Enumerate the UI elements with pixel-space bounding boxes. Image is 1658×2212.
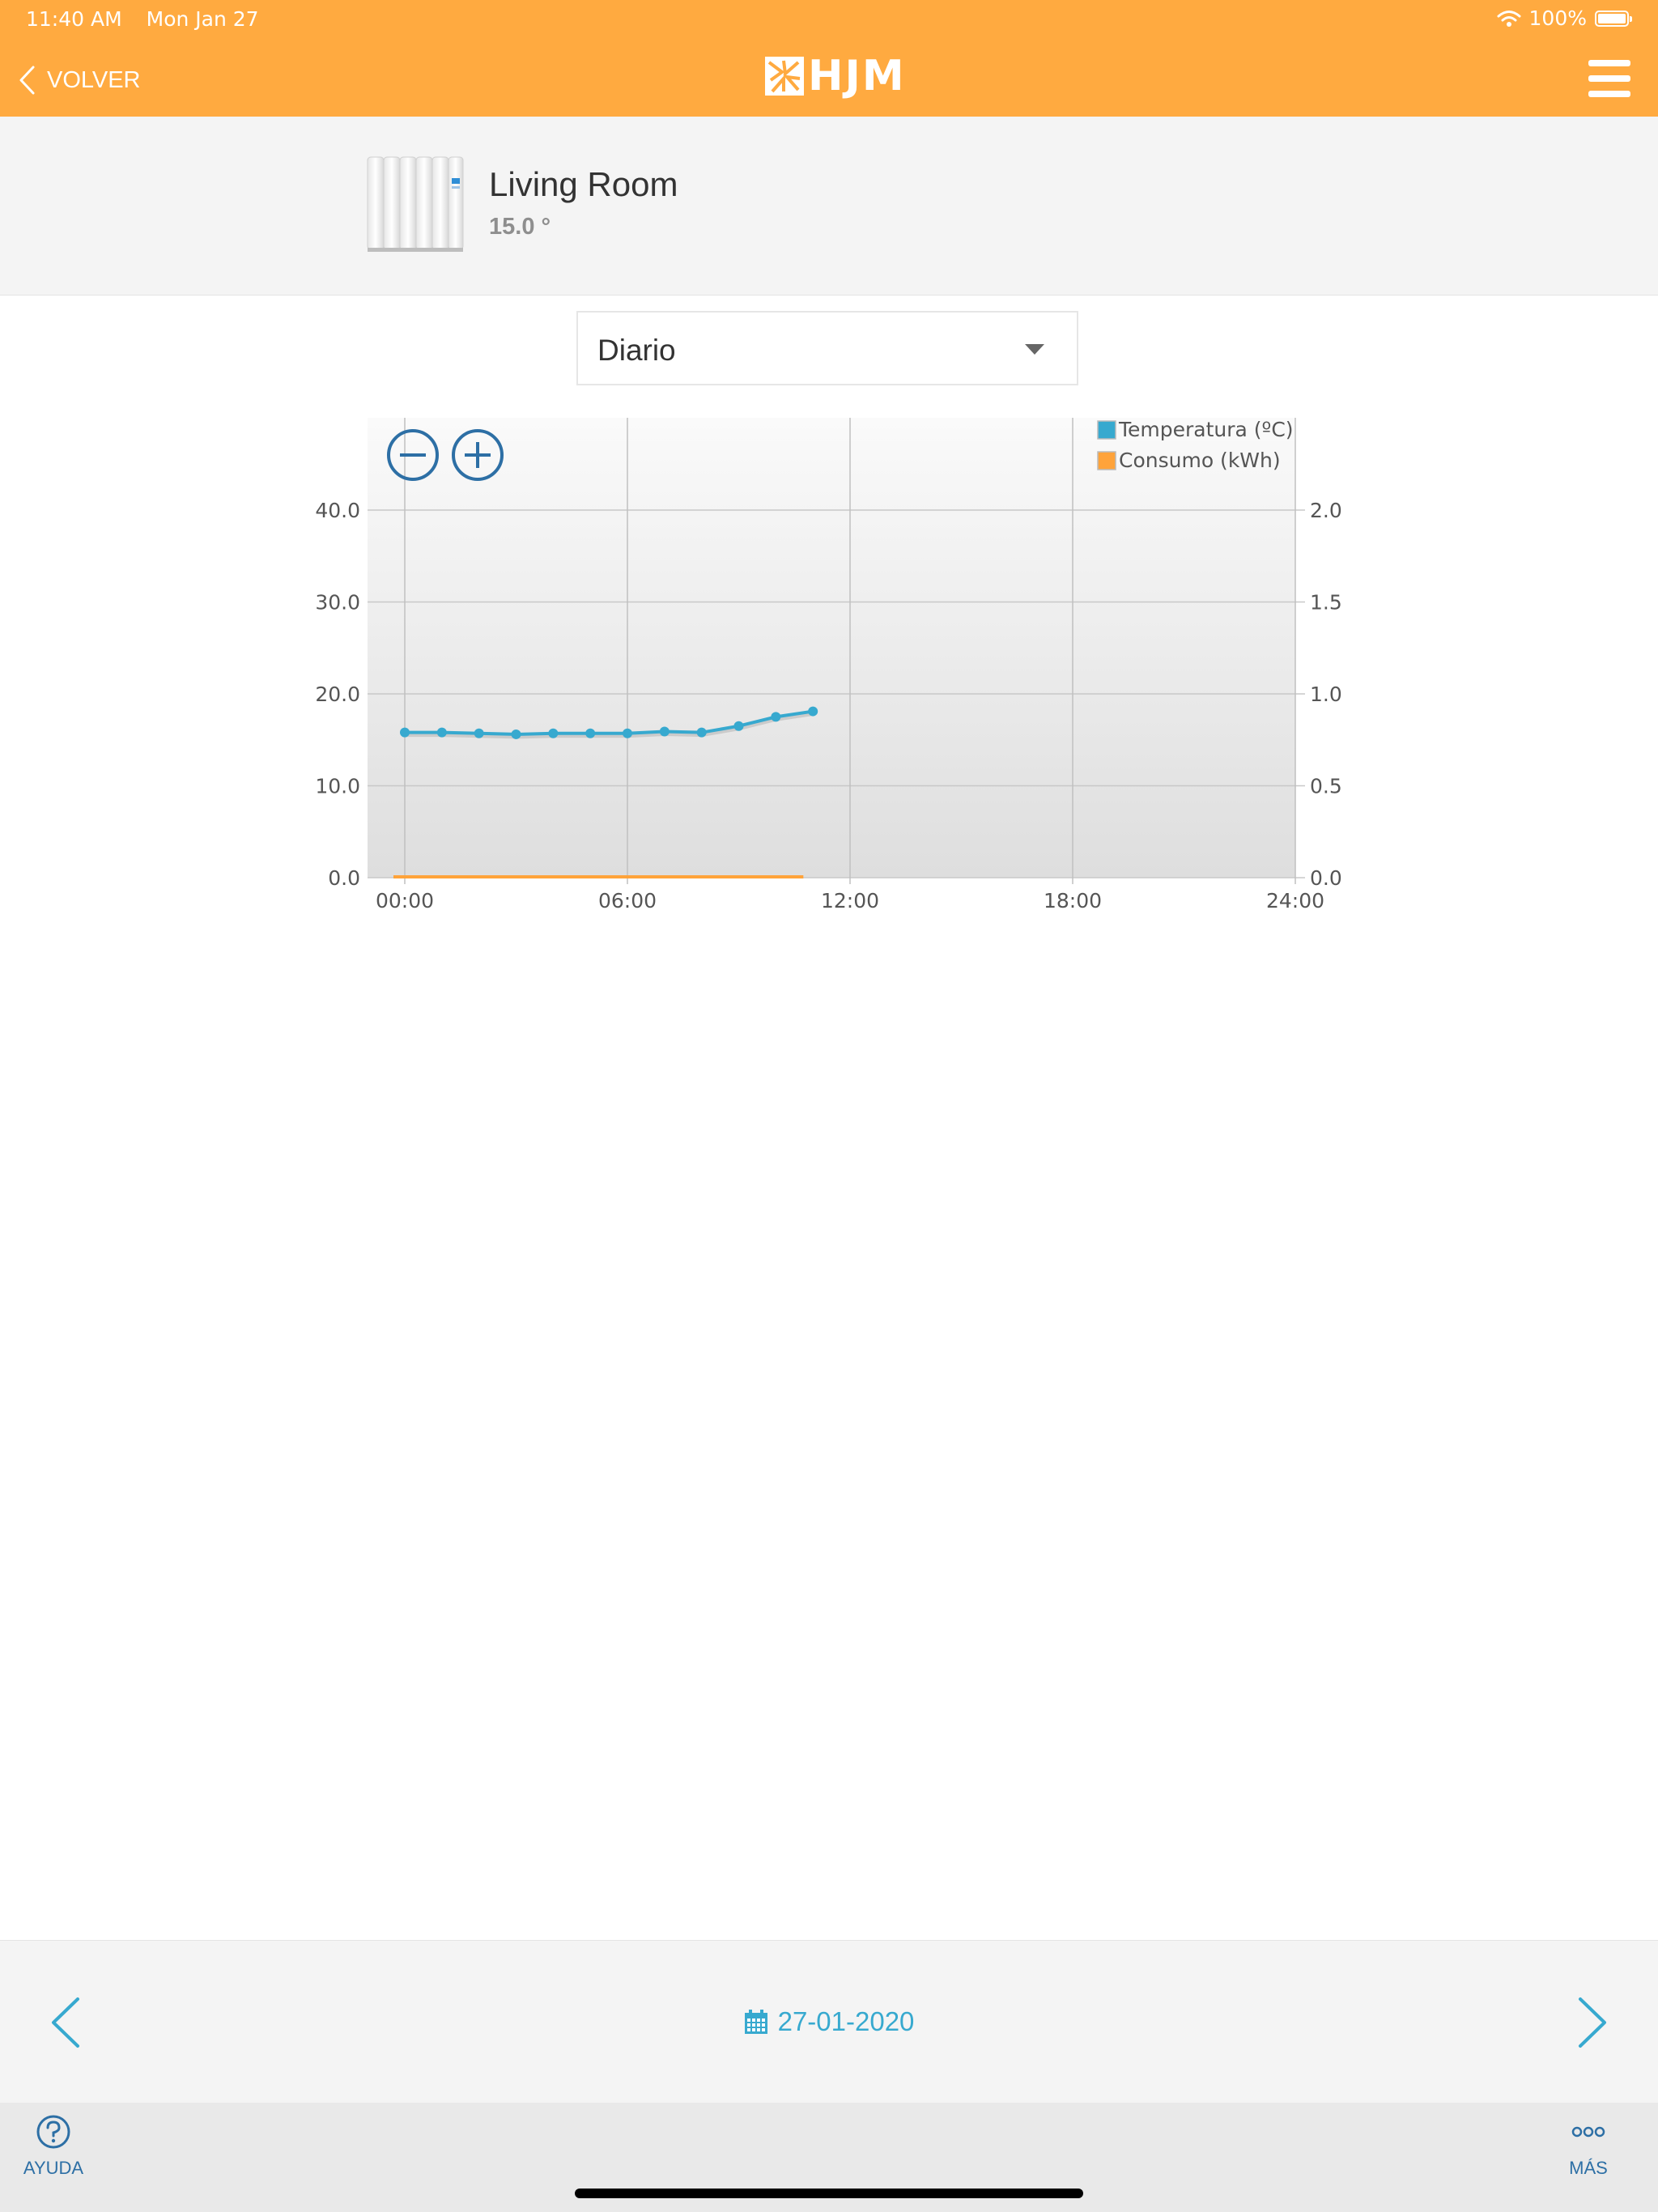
legend-label: Temperatura (ºC) xyxy=(1118,418,1294,441)
tab-more[interactable]: MÁS xyxy=(1548,2114,1629,2179)
device-panel: Living Room 15.0 ° xyxy=(0,117,1658,296)
x-tick-label: 18:00 xyxy=(1044,889,1102,912)
status-bar: 11:40 AM Mon Jan 27 100% xyxy=(0,0,1658,37)
app-header: 11:40 AM Mon Jan 27 100% VOLVER HJM xyxy=(0,0,1658,117)
temperature-point xyxy=(511,729,521,739)
temperature-point xyxy=(585,728,596,738)
device-name: Living Room xyxy=(489,165,678,203)
x-tick-label: 06:00 xyxy=(598,889,657,912)
period-select-value: Diario xyxy=(597,334,676,367)
y-right-tick-label: 0.0 xyxy=(1310,866,1342,890)
chevron-down-icon xyxy=(1025,344,1044,355)
chevron-left-icon xyxy=(19,66,35,95)
temperature-point xyxy=(436,727,447,738)
x-tick-label: 24:00 xyxy=(1266,889,1324,912)
temperature-point xyxy=(400,727,410,738)
consumption-chart: 0.0 10.0 20.0 30.0 40.0 0.0 0.5 1.0 1.5 2.0 00:00 0… xyxy=(283,405,1368,931)
temperature-point xyxy=(696,727,707,738)
status-left: 11:40 AM Mon Jan 27 xyxy=(26,7,259,31)
y-right-tick-label: 1.5 xyxy=(1310,591,1342,615)
hjm-logo-icon xyxy=(765,57,804,96)
y-right-tick-label: 0.5 xyxy=(1310,775,1342,798)
battery-icon xyxy=(1595,10,1632,27)
radiator-icon xyxy=(367,156,464,252)
date-picker[interactable]: 27-01-2020 xyxy=(0,1941,1658,2103)
legend-label: Consumo (kWh) xyxy=(1119,449,1281,472)
back-button[interactable]: VOLVER xyxy=(18,60,141,100)
hamburger-menu-icon[interactable] xyxy=(1588,60,1630,97)
y-left-tick-label: 20.0 xyxy=(315,683,360,706)
y-left-tick-label: 10.0 xyxy=(315,775,360,798)
y-left-tick-label: 0.0 xyxy=(328,866,360,890)
period-select[interactable]: Diario xyxy=(576,311,1078,385)
more-icon xyxy=(1571,2126,1605,2138)
x-tick-label: 12:00 xyxy=(821,889,879,912)
brand-logo: HJM xyxy=(764,52,906,100)
calendar-icon xyxy=(744,2010,767,2034)
y-left-tick-label: 40.0 xyxy=(315,499,360,522)
temperature-point xyxy=(659,726,670,737)
status-right: 100% xyxy=(1497,6,1632,30)
status-date: Mon Jan 27 xyxy=(146,7,259,31)
back-label: VOLVER xyxy=(47,66,141,93)
tab-more-label: MÁS xyxy=(1569,2158,1608,2178)
temperature-point xyxy=(808,706,818,717)
x-tick-label: 00:00 xyxy=(376,889,434,912)
temperature-point xyxy=(733,721,744,731)
chart-svg: 0.0 10.0 20.0 30.0 40.0 0.0 0.5 1.0 1.5 2.0 00:00 0… xyxy=(315,418,1342,912)
tab-help-label: AYUDA xyxy=(23,2158,84,2178)
y-right-tick-label: 2.0 xyxy=(1310,499,1342,522)
wifi-icon xyxy=(1497,10,1521,27)
temperature-point xyxy=(548,728,559,738)
y-right-tick-label: 1.0 xyxy=(1310,683,1342,706)
legend-swatch xyxy=(1097,451,1116,470)
home-indicator xyxy=(575,2189,1083,2198)
temperature-point xyxy=(623,728,632,738)
battery-percent: 100% xyxy=(1528,6,1587,30)
next-date-button[interactable] xyxy=(1572,1994,1613,2051)
status-time: 11:40 AM xyxy=(26,7,122,31)
y-left-tick-label: 30.0 xyxy=(315,591,360,615)
plot-area xyxy=(368,418,1295,878)
legend-swatch xyxy=(1097,420,1116,440)
current-date: 27-01-2020 xyxy=(777,2006,915,2036)
brand-name: HJM xyxy=(808,52,906,100)
date-navigation: 27-01-2020 xyxy=(0,1940,1658,2103)
temperature-point xyxy=(474,728,484,738)
tab-help[interactable]: AYUDA xyxy=(13,2114,94,2179)
device-temperature: 15.0 ° xyxy=(489,214,551,240)
help-icon xyxy=(36,2115,70,2149)
chevron-right-icon xyxy=(1579,1997,1606,2048)
temperature-point xyxy=(771,712,781,722)
